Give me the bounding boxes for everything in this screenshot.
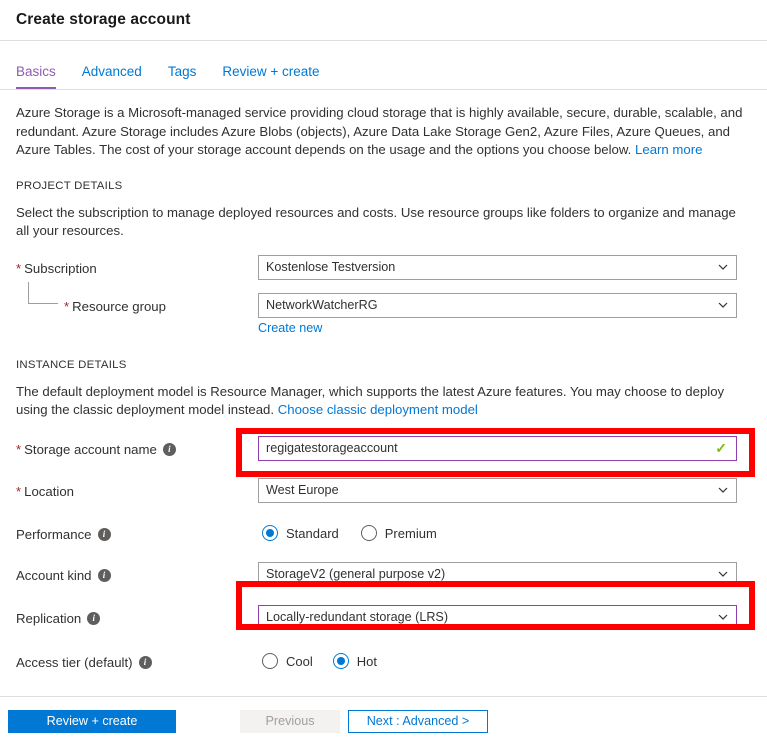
- create-new-resource-group-link[interactable]: Create new: [258, 321, 322, 335]
- location-field-cell: West Europe: [258, 477, 751, 503]
- chevron-down-icon: [718, 262, 728, 272]
- row-storage-account-name: * Storage account name i regigatestorage…: [16, 435, 751, 466]
- account-kind-label-cell: Account kind i: [16, 562, 258, 587]
- resource-group-required-marker: *: [64, 298, 70, 314]
- radio-dot-icon: [360, 525, 377, 541]
- location-required-marker: *: [16, 483, 22, 499]
- tab-tags[interactable]: Tags: [168, 63, 197, 89]
- resource-group-field-cell: NetworkWatcherRG Create new: [258, 292, 751, 337]
- access-tier-field-cell: Cool Hot: [258, 649, 751, 674]
- account-kind-value: StorageV2 (general purpose v2): [266, 566, 446, 581]
- replication-field-cell: Locally-redundant storage (LRS): [258, 604, 751, 630]
- storage-account-name-field-cell: regigatestorageaccount ✓: [258, 435, 751, 461]
- project-details-heading: PROJECT DETAILS: [16, 179, 123, 192]
- page-header: Create storage account: [0, 0, 767, 34]
- info-icon[interactable]: i: [87, 612, 101, 625]
- row-replication: Replication i Locally-redundant storage …: [16, 604, 751, 635]
- chevron-down-icon: [718, 612, 728, 622]
- next-advanced-button[interactable]: Next : Advanced >: [348, 709, 488, 733]
- instance-details-form: * Storage account name i regigatestorage…: [16, 435, 751, 679]
- storage-account-name-label: Storage account name: [24, 441, 157, 457]
- tab-bar-divider: [0, 89, 767, 90]
- tree-connector-line: [28, 281, 58, 304]
- radio-access-tier-hot[interactable]: Hot: [332, 653, 377, 669]
- account-kind-field-cell: StorageV2 (general purpose v2): [258, 561, 751, 587]
- info-icon[interactable]: i: [97, 569, 111, 582]
- row-resource-group: * Resource group NetworkWatcherRG Create…: [16, 281, 751, 337]
- performance-label-cell: Performance i: [16, 521, 258, 546]
- resource-group-label: Resource group: [72, 298, 166, 314]
- radio-performance-standard-label: Standard: [286, 525, 339, 541]
- radio-performance-standard[interactable]: Standard: [262, 525, 339, 541]
- replication-dropdown[interactable]: Locally-redundant storage (LRS): [258, 604, 737, 630]
- row-subscription: * Subscription Kostenlose Testversion: [16, 254, 751, 285]
- storage-account-name-input[interactable]: regigatestorageaccount ✓: [258, 435, 737, 461]
- account-kind-label: Account kind: [16, 567, 92, 583]
- replication-value: Locally-redundant storage (LRS): [266, 609, 449, 624]
- subscription-label: Subscription: [24, 260, 97, 276]
- previous-button: Previous: [240, 709, 340, 733]
- row-location: * Location West Europe: [16, 477, 751, 508]
- chevron-down-icon: [718, 569, 728, 579]
- storage-account-name-label-cell: * Storage account name i: [16, 436, 258, 461]
- project-details-form: * Subscription Kostenlose Testversion *: [16, 254, 751, 337]
- replication-label-cell: Replication i: [16, 605, 258, 630]
- review-create-button[interactable]: Review + create: [8, 709, 176, 733]
- radio-dot-icon: [262, 653, 278, 669]
- page-title: Create storage account: [16, 11, 191, 28]
- access-tier-label-cell: Access tier (default) i: [16, 649, 258, 674]
- access-tier-label: Access tier (default): [16, 654, 133, 670]
- info-icon[interactable]: i: [138, 656, 152, 669]
- row-account-kind: Account kind i StorageV2 (general purpos…: [16, 561, 751, 592]
- info-icon[interactable]: i: [162, 443, 176, 456]
- intro-paragraph: Azure Storage is a Microsoft-managed ser…: [16, 104, 751, 160]
- valid-check-icon: ✓: [715, 440, 727, 456]
- tab-basics[interactable]: Basics: [16, 63, 56, 89]
- chevron-down-icon: [718, 300, 728, 310]
- radio-access-tier-cool-label: Cool: [286, 653, 313, 669]
- location-value: West Europe: [266, 482, 339, 497]
- intro-text: Azure Storage is a Microsoft-managed ser…: [16, 105, 743, 157]
- learn-more-link[interactable]: Learn more: [635, 142, 702, 157]
- performance-label: Performance: [16, 526, 92, 542]
- radio-performance-premium-label: Premium: [384, 525, 437, 541]
- account-kind-dropdown[interactable]: StorageV2 (general purpose v2): [258, 561, 737, 587]
- performance-radio-group: Standard Premium: [258, 521, 751, 546]
- info-icon[interactable]: i: [97, 528, 111, 541]
- form-body: Azure Storage is a Microsoft-managed ser…: [0, 104, 767, 679]
- performance-field-cell: Standard Premium: [258, 521, 751, 546]
- subscription-value: Kostenlose Testversion: [266, 259, 396, 274]
- radio-access-tier-cool[interactable]: Cool: [262, 653, 313, 669]
- tab-advanced[interactable]: Advanced: [82, 63, 142, 89]
- radio-performance-premium[interactable]: Premium: [360, 525, 437, 541]
- storage-account-name-required-marker: *: [16, 441, 22, 457]
- instance-details-description: The default deployment model is Resource…: [16, 383, 751, 420]
- choose-classic-deployment-model-link[interactable]: Choose classic deployment model: [278, 402, 478, 417]
- location-dropdown[interactable]: West Europe: [258, 477, 737, 503]
- subscription-label-cell: * Subscription: [16, 255, 258, 280]
- create-storage-account-page: Create storage account Basics Advanced T…: [0, 0, 767, 745]
- access-tier-radio-group: Cool Hot: [258, 649, 751, 674]
- footer-actions: Review + create Previous Next : Advanced…: [0, 697, 767, 745]
- radio-dot-icon: [332, 653, 349, 669]
- radio-access-tier-hot-label: Hot: [356, 653, 377, 669]
- location-label: Location: [24, 483, 74, 499]
- resource-group-dropdown[interactable]: NetworkWatcherRG: [258, 292, 737, 318]
- tab-review-create[interactable]: Review + create: [222, 63, 319, 89]
- subscription-required-marker: *: [16, 260, 22, 276]
- resource-group-label-cell: * Resource group: [16, 281, 258, 318]
- location-label-cell: * Location: [16, 478, 258, 503]
- row-access-tier: Access tier (default) i Cool Hot: [16, 649, 751, 679]
- row-performance: Performance i Standard Premium: [16, 521, 751, 551]
- subscription-field-cell: Kostenlose Testversion: [258, 254, 751, 280]
- subscription-dropdown[interactable]: Kostenlose Testversion: [258, 254, 737, 280]
- storage-account-name-value: regigatestorageaccount: [266, 440, 398, 455]
- replication-label: Replication: [16, 610, 82, 626]
- radio-dot-icon: [262, 525, 278, 541]
- resource-group-value: NetworkWatcherRG: [266, 297, 378, 312]
- project-details-description: Select the subscription to manage deploy…: [16, 204, 736, 239]
- instance-details-heading: INSTANCE DETAILS: [16, 358, 127, 371]
- chevron-down-icon: [718, 485, 728, 495]
- tab-bar: Basics Advanced Tags Review + create: [0, 41, 767, 89]
